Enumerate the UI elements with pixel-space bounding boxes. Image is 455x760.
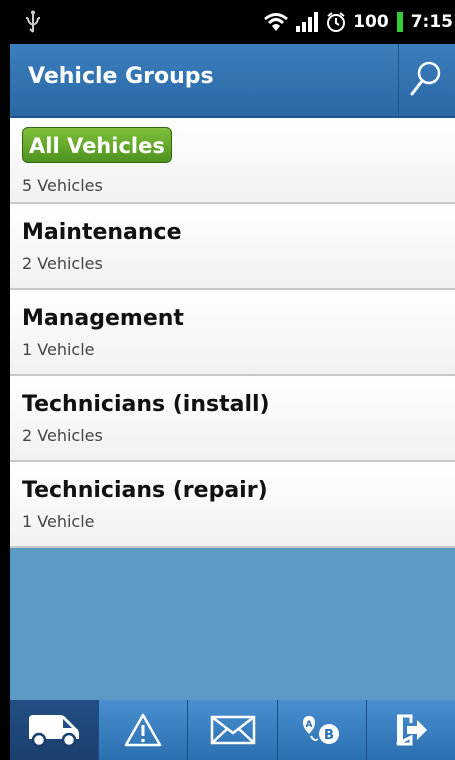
group-name: Technicians (repair) [22,478,268,503]
tab-logout[interactable] [365,700,455,760]
group-item-all-vehicles[interactable]: All Vehicles 5 Vehicles [10,118,455,204]
vehicle-group-list: All Vehicles 5 Vehicles Maintenance 2 Ve… [10,118,455,548]
clock: 7:15 [410,12,453,32]
group-item-management[interactable]: Management 1 Vehicle [10,290,455,376]
app-screen: 100 7:15 Vehicle Groups All Vehicles 5 V… [10,0,455,760]
tab-messages[interactable] [187,700,277,760]
page-title: Vehicle Groups [28,64,214,89]
alarm-icon [327,12,346,32]
group-item-technicians-repair[interactable]: Technicians (repair) 1 Vehicle [10,462,455,548]
usb-icon [26,10,40,33]
battery-level: 100 [353,12,389,32]
svg-text:A: A [305,720,312,730]
van-icon [29,715,80,748]
group-name: Maintenance [22,220,182,245]
group-count: 1 Vehicle [22,512,95,531]
svg-text:B: B [324,728,334,743]
group-item-maintenance[interactable]: Maintenance 2 Vehicles [10,204,455,290]
group-count: 2 Vehicles [22,254,103,273]
search-icon [410,61,441,96]
group-name-badge: All Vehicles [22,127,172,163]
signal-icon [296,12,319,32]
logout-icon [396,714,427,746]
tab-routes[interactable]: A B [276,700,366,760]
battery-icon [396,12,403,32]
tab-vehicles[interactable] [10,700,99,760]
group-count: 5 Vehicles [22,176,103,195]
group-item-technicians-install[interactable]: Technicians (install) 2 Vehicles [10,376,455,462]
route-ab-icon: A B [302,716,339,744]
wifi-icon [264,13,289,31]
tab-alerts[interactable] [98,700,188,760]
group-name: Management [22,306,184,331]
group-count: 1 Vehicle [22,340,95,359]
warning-icon [125,713,162,747]
title-bar: Vehicle Groups [10,44,455,118]
bottom-tab-bar: A B [10,700,455,760]
group-name: Technicians (install) [22,392,270,417]
group-count: 2 Vehicles [22,426,103,445]
search-button[interactable] [398,44,455,116]
mail-icon [210,715,255,745]
status-bar: 100 7:15 [10,0,455,44]
